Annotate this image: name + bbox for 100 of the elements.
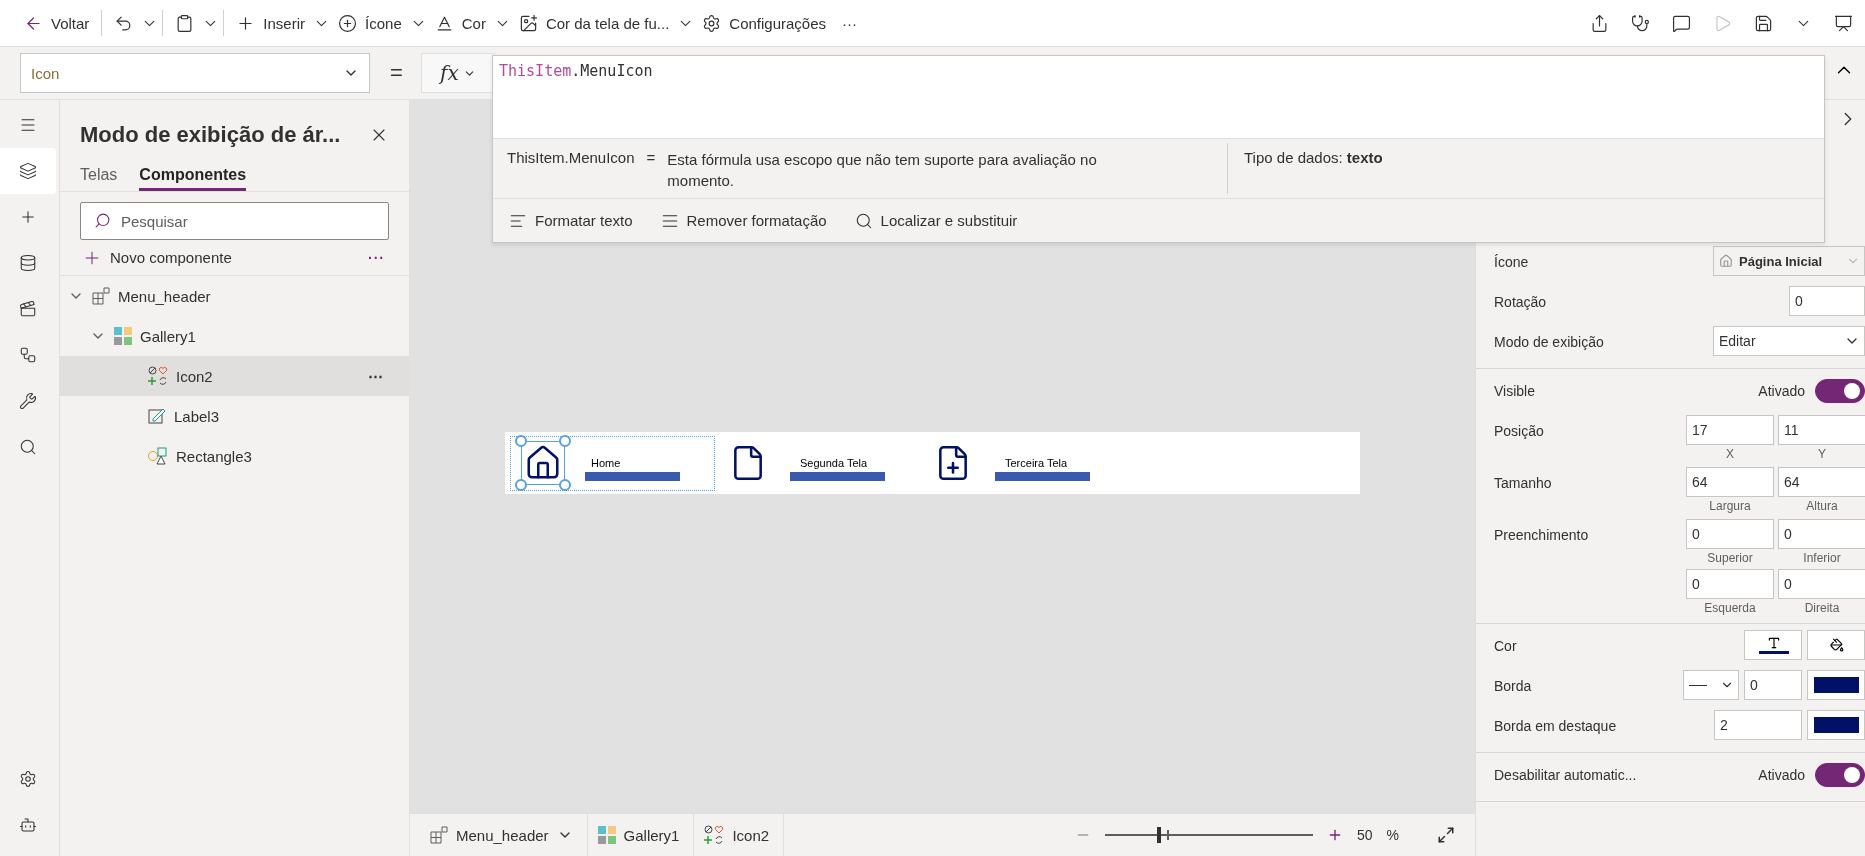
color-picker[interactable] bbox=[1807, 710, 1865, 740]
number-field[interactable]: 0 bbox=[1778, 519, 1865, 549]
resize-handle[interactable] bbox=[559, 479, 571, 491]
tree-item[interactable]: Icon2 ⋯ bbox=[60, 356, 409, 396]
flows-icon bbox=[19, 346, 37, 364]
number-field[interactable]: 0 bbox=[1789, 286, 1865, 316]
fill-color-button[interactable] bbox=[1807, 630, 1865, 660]
settings-button[interactable]: Configurações bbox=[694, 6, 835, 40]
formula-input[interactable]: ThisItem.MenuIcon bbox=[493, 56, 1824, 138]
fx-button[interactable]: fx bbox=[420, 53, 495, 93]
search-field[interactable]: Pesquisar bbox=[80, 202, 389, 240]
zoom-value: 50 bbox=[1356, 827, 1373, 843]
stethoscope-icon[interactable] bbox=[1631, 13, 1650, 33]
number-field[interactable]: 0 bbox=[1744, 670, 1802, 700]
back-button[interactable]: Voltar bbox=[16, 6, 98, 40]
resize-handle[interactable] bbox=[515, 479, 527, 491]
gallery-icon bbox=[114, 327, 132, 345]
property-dropdown[interactable]: Icon bbox=[20, 53, 370, 93]
property-label: Modo de exibição bbox=[1494, 333, 1604, 350]
number-field[interactable]: 11 bbox=[1778, 415, 1865, 445]
color-picker[interactable] bbox=[1807, 670, 1865, 700]
text-icon bbox=[1766, 636, 1781, 650]
property-label: Borda em destaque bbox=[1494, 717, 1617, 734]
dropdown[interactable]: Editar bbox=[1713, 326, 1865, 356]
component-icon bbox=[92, 287, 110, 305]
number-field[interactable]: 64 bbox=[1686, 467, 1774, 497]
component-icon bbox=[430, 826, 448, 844]
more-button[interactable]: ⋯ bbox=[368, 367, 385, 385]
tree-item-label: Menu_header bbox=[118, 287, 211, 305]
label-icon bbox=[148, 407, 166, 425]
search-icon bbox=[19, 438, 37, 456]
line-sample bbox=[1689, 684, 1707, 686]
icon-button[interactable]: Ícone bbox=[330, 6, 410, 40]
number-field[interactable]: 2 bbox=[1714, 710, 1802, 740]
tree-item[interactable]: Label3 bbox=[60, 396, 409, 436]
breadcrumb-item[interactable]: Menu_header bbox=[430, 813, 588, 856]
tree-item-label: Rectangle3 bbox=[176, 447, 252, 465]
format-button[interactable]: Formatar texto bbox=[509, 209, 633, 232]
tree-item[interactable]: Gallery1 bbox=[60, 316, 409, 356]
equals-sign: = bbox=[646, 149, 656, 166]
formula-message: Esta fórmula usa escopo que não tem suporte para avaliação no momento. bbox=[667, 150, 1098, 191]
property-label: Posição bbox=[1494, 422, 1544, 439]
number-field[interactable]: 0 bbox=[1686, 569, 1774, 599]
tree-item-label: Icon2 bbox=[176, 367, 213, 385]
formula-expression: ThisItem.MenuIcon bbox=[507, 149, 635, 166]
property-label: Ícone bbox=[1494, 253, 1529, 270]
property-label: Rotação bbox=[1494, 293, 1547, 310]
breadcrumb-item[interactable]: Gallery1 bbox=[597, 813, 695, 856]
data-icon bbox=[19, 254, 37, 272]
new-component-button[interactable]: Novo componente bbox=[82, 247, 232, 268]
more-button[interactable]: ··· bbox=[834, 6, 866, 40]
icon-icon bbox=[338, 13, 358, 33]
resize-handle[interactable] bbox=[559, 435, 571, 447]
field-caption: Superior bbox=[1706, 551, 1754, 565]
settings-icon bbox=[702, 13, 722, 33]
tree-item[interactable]: Rectangle3 bbox=[60, 436, 409, 476]
gallery-label: Segunda Tela bbox=[799, 457, 869, 469]
house-icon bbox=[1719, 254, 1733, 268]
icons-icon bbox=[148, 366, 168, 386]
field-caption: Esquerda bbox=[1703, 601, 1757, 615]
layers-icon bbox=[19, 162, 37, 180]
field-caption: Direita bbox=[1803, 601, 1841, 615]
search-icon bbox=[94, 212, 111, 229]
color-button[interactable]: Cor bbox=[426, 6, 494, 40]
publish-icon[interactable] bbox=[1834, 13, 1853, 33]
menu-icon bbox=[19, 116, 37, 134]
number-field[interactable]: 0 bbox=[1686, 519, 1774, 549]
tree-item[interactable]: Menu_header bbox=[60, 276, 409, 316]
more-button[interactable]: ··· bbox=[368, 249, 385, 266]
insert-icon bbox=[19, 208, 37, 226]
field-caption: Y bbox=[1817, 447, 1827, 461]
number-field[interactable]: 0 bbox=[1778, 569, 1865, 599]
slider-thumb[interactable] bbox=[1156, 827, 1161, 843]
panel-title: Modo de exibição de ár... bbox=[80, 122, 341, 148]
number-field[interactable]: 64 bbox=[1778, 467, 1865, 497]
icon-picker[interactable]: Página Inicial bbox=[1713, 246, 1865, 276]
save-icon[interactable] bbox=[1754, 13, 1773, 33]
layers-button[interactable] bbox=[0, 148, 56, 194]
text-color-button[interactable] bbox=[1744, 630, 1802, 660]
breadcrumb-item[interactable]: Icon2 bbox=[704, 813, 785, 856]
insert-button[interactable]: Inserir bbox=[228, 6, 314, 40]
bot-icon bbox=[19, 816, 37, 834]
toggle-switch[interactable] bbox=[1815, 763, 1865, 787]
equals-sign: = bbox=[390, 60, 403, 86]
toggle-state: Ativado bbox=[1758, 383, 1805, 399]
tree-item-label: Gallery1 bbox=[140, 327, 196, 345]
toggle-switch[interactable] bbox=[1815, 379, 1865, 403]
unformat-button[interactable]: Remover formatação bbox=[660, 209, 827, 232]
number-field[interactable]: 17 bbox=[1686, 415, 1774, 445]
resize-handle[interactable] bbox=[515, 435, 527, 447]
zoom-unit: % bbox=[1386, 827, 1399, 843]
comment-icon[interactable] bbox=[1672, 13, 1691, 33]
background-button[interactable]: Cor da tela de fu... bbox=[510, 6, 678, 40]
find-button[interactable]: Localizar e substituir bbox=[854, 209, 1018, 232]
fit-screen-icon[interactable] bbox=[1437, 826, 1455, 844]
tab[interactable]: Telas bbox=[80, 166, 118, 191]
field-caption: Largura bbox=[1708, 499, 1752, 513]
tab[interactable]: Componentes bbox=[139, 166, 247, 191]
slider-tick bbox=[1166, 830, 1169, 840]
share-icon[interactable] bbox=[1590, 13, 1609, 33]
